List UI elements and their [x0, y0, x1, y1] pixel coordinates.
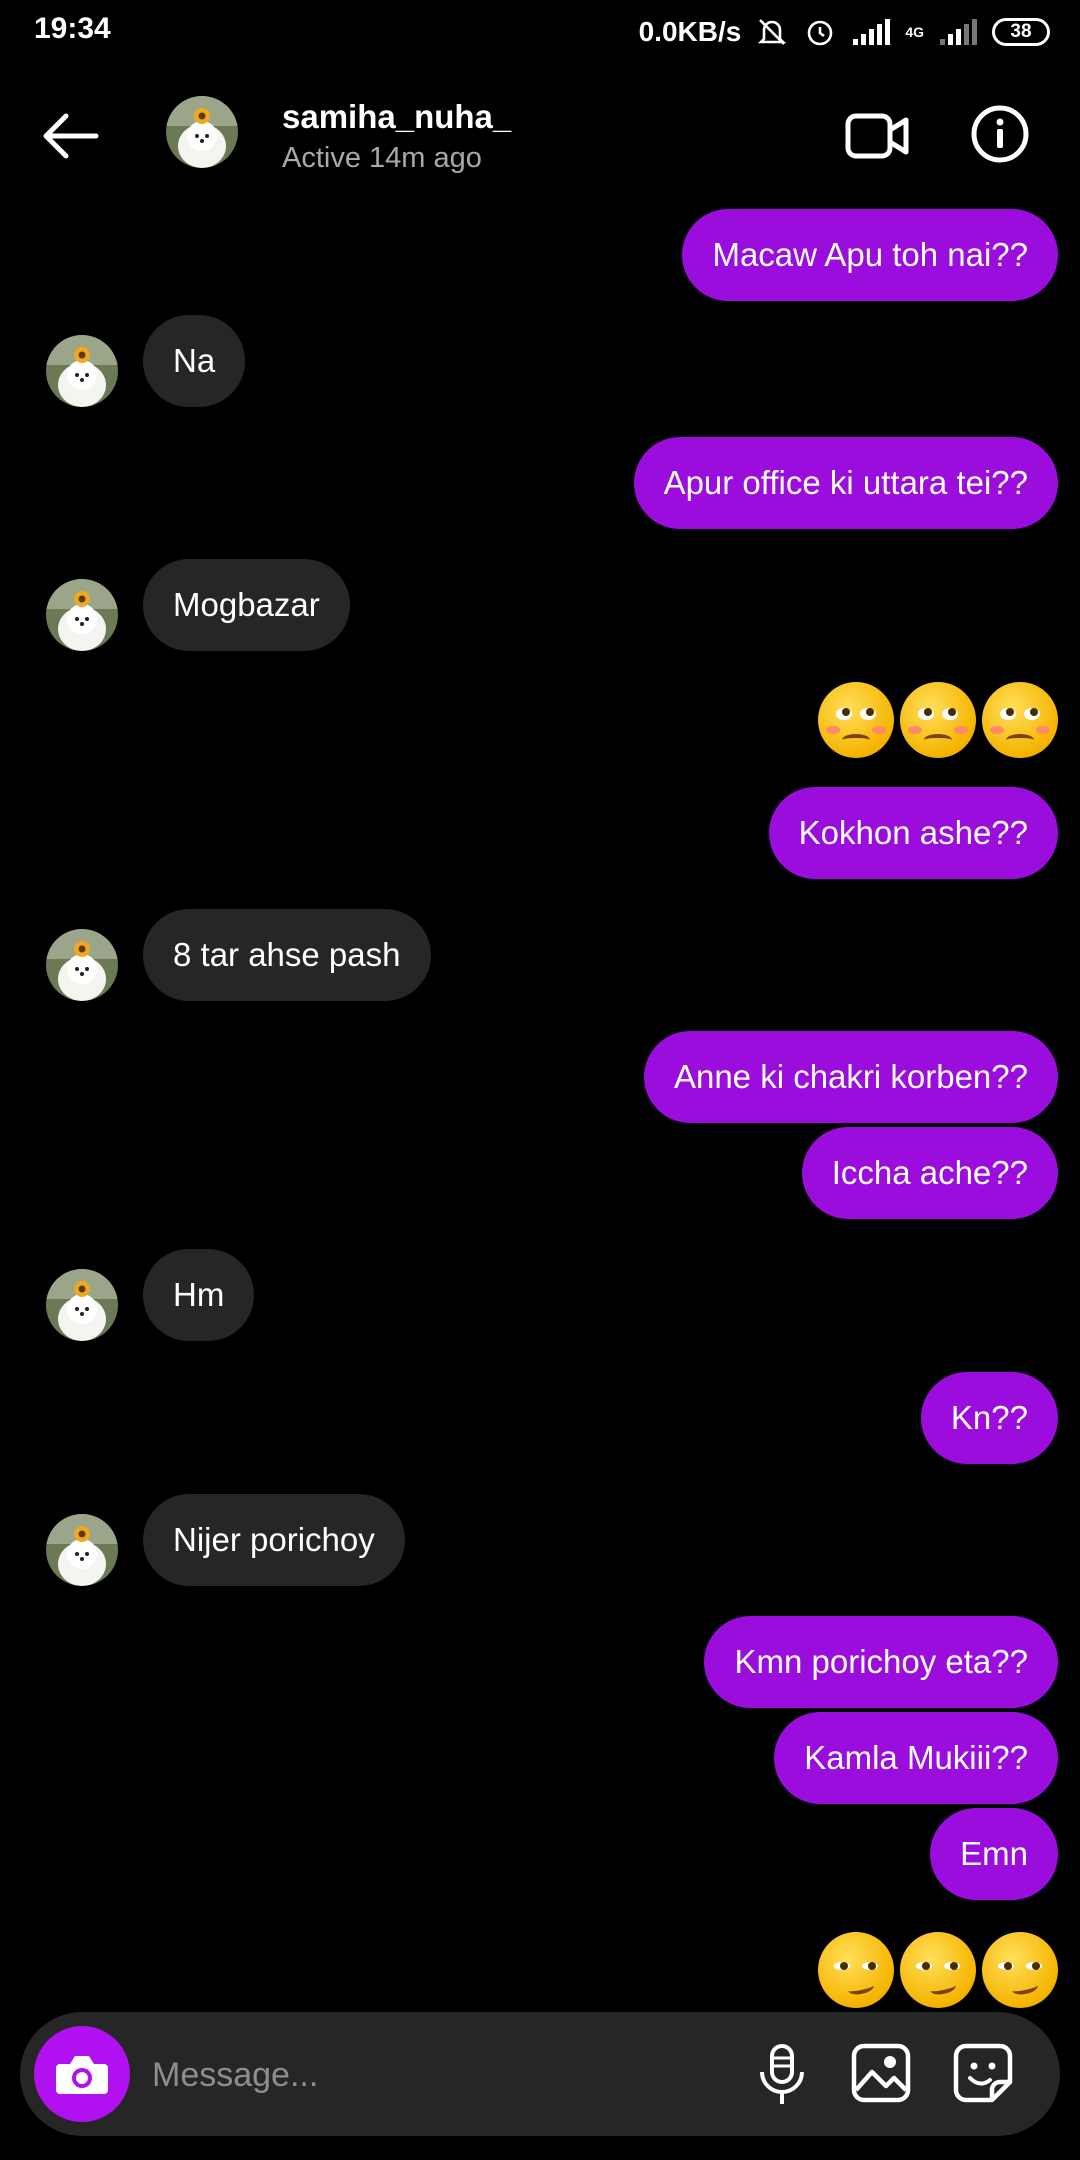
outgoing-message[interactable]: Macaw Apu toh nai?? [682, 209, 1058, 301]
avatar[interactable] [46, 1269, 118, 1341]
network-type: 4G [905, 24, 924, 40]
incoming-message[interactable]: Nijer porichoy [143, 1494, 405, 1586]
emoji-message[interactable] [818, 682, 1058, 758]
smirking-face-icon [982, 1932, 1058, 2008]
incoming-message[interactable]: 8 tar ahse pash [143, 909, 431, 1001]
notifications-off-icon [758, 19, 787, 45]
sticker-icon[interactable] [952, 2042, 1014, 2104]
outgoing-message[interactable]: Kokhon ashe?? [768, 787, 1058, 879]
face-with-rolling-eyes-icon [900, 682, 976, 758]
outgoing-message[interactable]: Kn?? [920, 1372, 1058, 1464]
incoming-message[interactable]: Hm [143, 1249, 255, 1341]
avatar[interactable] [46, 1514, 118, 1586]
back-arrow-icon[interactable] [36, 108, 106, 164]
message-composer [20, 2012, 1060, 2136]
smirking-face-icon [818, 1932, 894, 2008]
active-status: Active 14m ago [282, 142, 482, 174]
outgoing-message[interactable]: Iccha ache?? [801, 1127, 1058, 1219]
battery-indicator: 38 [992, 18, 1050, 46]
status-indicators: 0.0KB/s 4G 38 [639, 12, 1050, 52]
outgoing-message[interactable]: Kamla Mukiii?? [774, 1712, 1058, 1804]
avatar[interactable] [166, 96, 238, 168]
chat-header: samiha_nuha_ Active 14m ago [0, 80, 1080, 190]
network-type-label: 4G [905, 24, 924, 40]
chat-username[interactable]: samiha_nuha_ [282, 98, 511, 136]
avatar[interactable] [46, 335, 118, 407]
outgoing-message[interactable]: Apur office ki uttara tei?? [633, 437, 1058, 529]
dog-avatar-icon [46, 335, 118, 407]
status-bar: 19:34 0.0KB/s 4G 38 [0, 0, 1080, 62]
avatar[interactable] [46, 929, 118, 1001]
dog-avatar-icon [46, 1514, 118, 1586]
face-with-rolling-eyes-icon [982, 682, 1058, 758]
outgoing-message[interactable]: Emn [930, 1808, 1058, 1900]
signal-icon [853, 19, 891, 45]
microphone-icon[interactable] [752, 2042, 812, 2108]
gallery-icon[interactable] [850, 2042, 912, 2104]
camera-icon [56, 2056, 108, 2094]
status-time: 19:34 [34, 12, 111, 45]
dog-avatar-icon [166, 96, 238, 168]
message-input[interactable] [150, 2044, 734, 2106]
outgoing-message[interactable]: Anne ki chakri korben?? [643, 1031, 1058, 1123]
dog-avatar-icon [46, 929, 118, 1001]
incoming-message[interactable]: Mogbazar [143, 559, 350, 651]
info-icon[interactable] [970, 104, 1030, 164]
video-call-icon[interactable] [844, 106, 912, 166]
dog-avatar-icon [46, 579, 118, 651]
signal-icon [940, 19, 977, 45]
emoji-message[interactable] [818, 1932, 1058, 2008]
face-with-rolling-eyes-icon [818, 682, 894, 758]
avatar[interactable] [46, 579, 118, 651]
dog-avatar-icon [46, 1269, 118, 1341]
alarm-icon [808, 20, 833, 46]
incoming-message[interactable]: Na [143, 315, 246, 407]
camera-button[interactable] [34, 2026, 130, 2122]
outgoing-message[interactable]: Kmn porichoy eta?? [704, 1616, 1058, 1708]
network-speed: 0.0KB/s [638, 16, 742, 47]
smirking-face-icon [900, 1932, 976, 2008]
